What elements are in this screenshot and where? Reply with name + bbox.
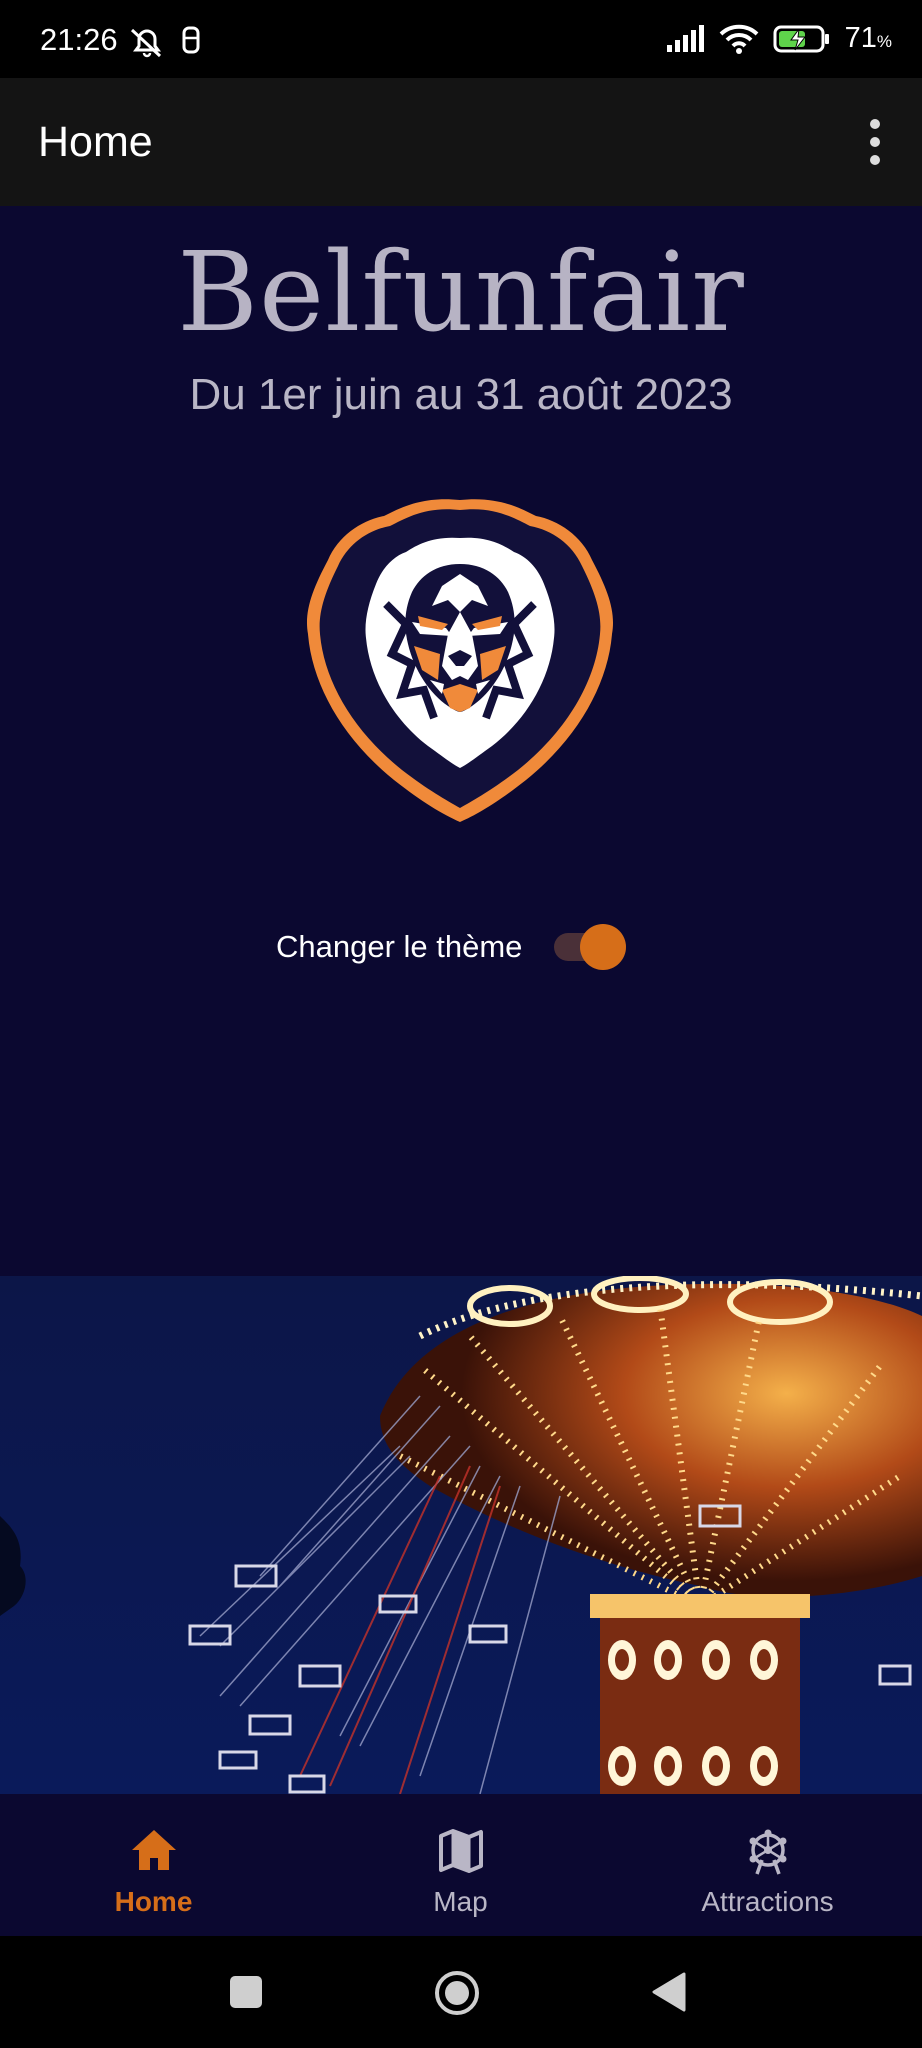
status-bar: 21:26 71% [0, 0, 922, 78]
ferris-wheel-icon [749, 1829, 786, 1875]
nav-item-map[interactable]: Map [307, 1794, 614, 1936]
system-navigation-bar [0, 1936, 922, 2048]
bottom-navigation: Home Map Attractions [0, 1794, 922, 1936]
nav-item-attractions[interactable]: Attractions [614, 1794, 921, 1936]
circle-home-icon [435, 1971, 479, 2015]
page-title: Home [38, 118, 153, 166]
home-screen: 21:26 71% Home Belfunfair Du 1er juin au… [0, 0, 922, 2048]
home-system-button[interactable] [434, 1970, 480, 2021]
status-notification-icons [126, 24, 206, 65]
square-icon [230, 1976, 262, 2008]
battery-charging-icon [773, 25, 829, 52]
battery-percent: 71% [844, 22, 892, 54]
toggle-thumb [580, 924, 627, 970]
signal-icon [666, 24, 704, 52]
app-bar: Home [0, 78, 922, 206]
theme-toggle-label: Changer le thème [276, 929, 523, 964]
nav-item-home[interactable]: Home [0, 1794, 307, 1936]
theme-toggle-switch[interactable] [548, 924, 627, 970]
nav-label-attractions: Attractions [701, 1886, 834, 1917]
wifi-icon [719, 24, 758, 54]
status-right-icons: 71% [665, 22, 892, 55]
back-button[interactable] [650, 1972, 686, 2017]
back-triangle-icon [652, 1972, 686, 2012]
more-vertical-icon [870, 119, 880, 165]
home-icon [131, 1830, 176, 1870]
map-icon [438, 1829, 483, 1873]
nav-label-map: Map [433, 1886, 488, 1917]
overflow-menu-button[interactable] [850, 114, 900, 170]
hero-subtitle: Du 1er juin au 31 août 2023 [189, 370, 733, 419]
hero-title: Belfunfair [177, 228, 745, 356]
theme-setting-row: Changer le thème [276, 924, 627, 970]
nav-label-home: Home [114, 1886, 193, 1917]
recent-apps-button[interactable] [228, 1974, 264, 2015]
status-time: 21:26 [40, 22, 118, 57]
swing-ride-image [0, 1276, 922, 1794]
carousel-photo [0, 1276, 922, 1794]
muted-bell-icon [130, 26, 200, 58]
lion-logo-icon [306, 499, 614, 822]
home-content: Belfunfair Du 1er juin au 31 août 2023 C… [0, 206, 922, 1276]
